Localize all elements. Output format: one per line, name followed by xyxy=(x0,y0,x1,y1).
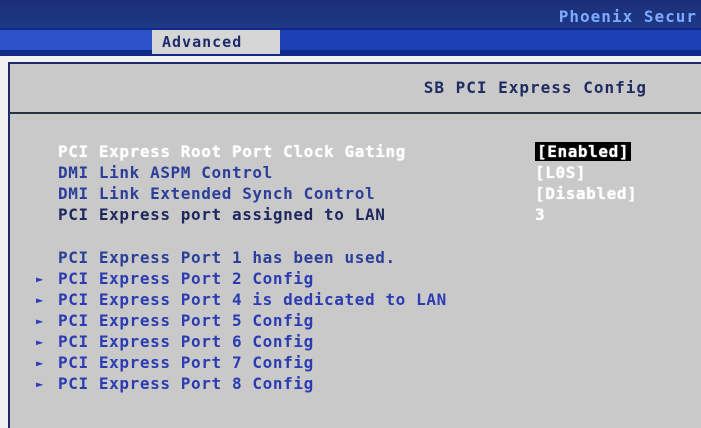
submenu-label: PCI Express Port 8 Config xyxy=(58,374,314,393)
setting-value[interactable]: [L0S] xyxy=(535,163,586,183)
setting-row-root-port-clock-gating[interactable]: PCI Express Root Port Clock Gating [Enab… xyxy=(10,142,701,162)
setting-row-dmi-aspm[interactable]: DMI Link ASPM Control [L0S] xyxy=(10,163,701,183)
submenu-port-7-config[interactable]: ► PCI Express Port 7 Config xyxy=(10,353,701,373)
submenu-label: PCI Express Port 4 is dedicated to LAN xyxy=(58,290,447,309)
submenu-port-8-config[interactable]: ► PCI Express Port 8 Config xyxy=(10,374,701,394)
submenu-port-4-lan[interactable]: ► PCI Express Port 4 is dedicated to LAN xyxy=(10,290,701,310)
setting-value: 3 xyxy=(535,205,546,224)
setting-value[interactable]: [Enabled] xyxy=(535,142,632,162)
setting-label: PCI Express Root Port Clock Gating xyxy=(58,142,406,161)
submenu-label: PCI Express Port 5 Config xyxy=(58,311,314,330)
submenu-label: PCI Express Port 6 Config xyxy=(58,332,314,351)
setting-label: DMI Link Extended Synch Control xyxy=(58,184,376,203)
setting-row-port-assigned-lan: PCI Express port assigned to LAN 3 xyxy=(10,205,701,225)
info-label: PCI Express Port 1 has been used. xyxy=(58,248,396,267)
tab-strip-right xyxy=(280,30,701,50)
submenu-port-2-config[interactable]: ► PCI Express Port 2 Config xyxy=(10,269,701,289)
submenu-label: PCI Express Port 2 Config xyxy=(58,269,314,288)
setting-label: DMI Link ASPM Control xyxy=(58,163,273,182)
info-port1-used: PCI Express Port 1 has been used. xyxy=(10,248,701,268)
submenu-arrow-icon: ► xyxy=(36,314,44,328)
submenu-label: PCI Express Port 7 Config xyxy=(58,353,314,372)
submenu-arrow-icon: ► xyxy=(36,335,44,349)
settings-panel: SB PCI Express Config PCI Express Root P… xyxy=(8,62,701,428)
setting-row-dmi-extended-synch[interactable]: DMI Link Extended Synch Control [Disable… xyxy=(10,184,701,204)
tab-strip-left xyxy=(0,30,152,50)
tab-advanced[interactable]: Advanced xyxy=(152,30,280,54)
submenu-arrow-icon: ► xyxy=(36,272,44,286)
vendor-label: Phoenix Secur xyxy=(558,7,697,26)
page-title: SB PCI Express Config xyxy=(423,78,647,97)
submenu-arrow-icon: ► xyxy=(36,356,44,370)
submenu-arrow-icon: ► xyxy=(36,377,44,391)
submenu-port-5-config[interactable]: ► PCI Express Port 5 Config xyxy=(10,311,701,331)
setting-label: PCI Express port assigned to LAN xyxy=(58,205,386,224)
selected-value[interactable]: [Enabled] xyxy=(535,142,632,161)
tab-row: Advanced xyxy=(0,28,701,56)
submenu-port-6-config[interactable]: ► PCI Express Port 6 Config xyxy=(10,332,701,352)
bios-screen: Phoenix Secur Advanced SB PCI Express Co… xyxy=(0,0,701,428)
submenu-arrow-icon: ► xyxy=(36,293,44,307)
setting-value[interactable]: [Disabled] xyxy=(535,184,637,204)
panel-header: SB PCI Express Config xyxy=(10,64,701,114)
